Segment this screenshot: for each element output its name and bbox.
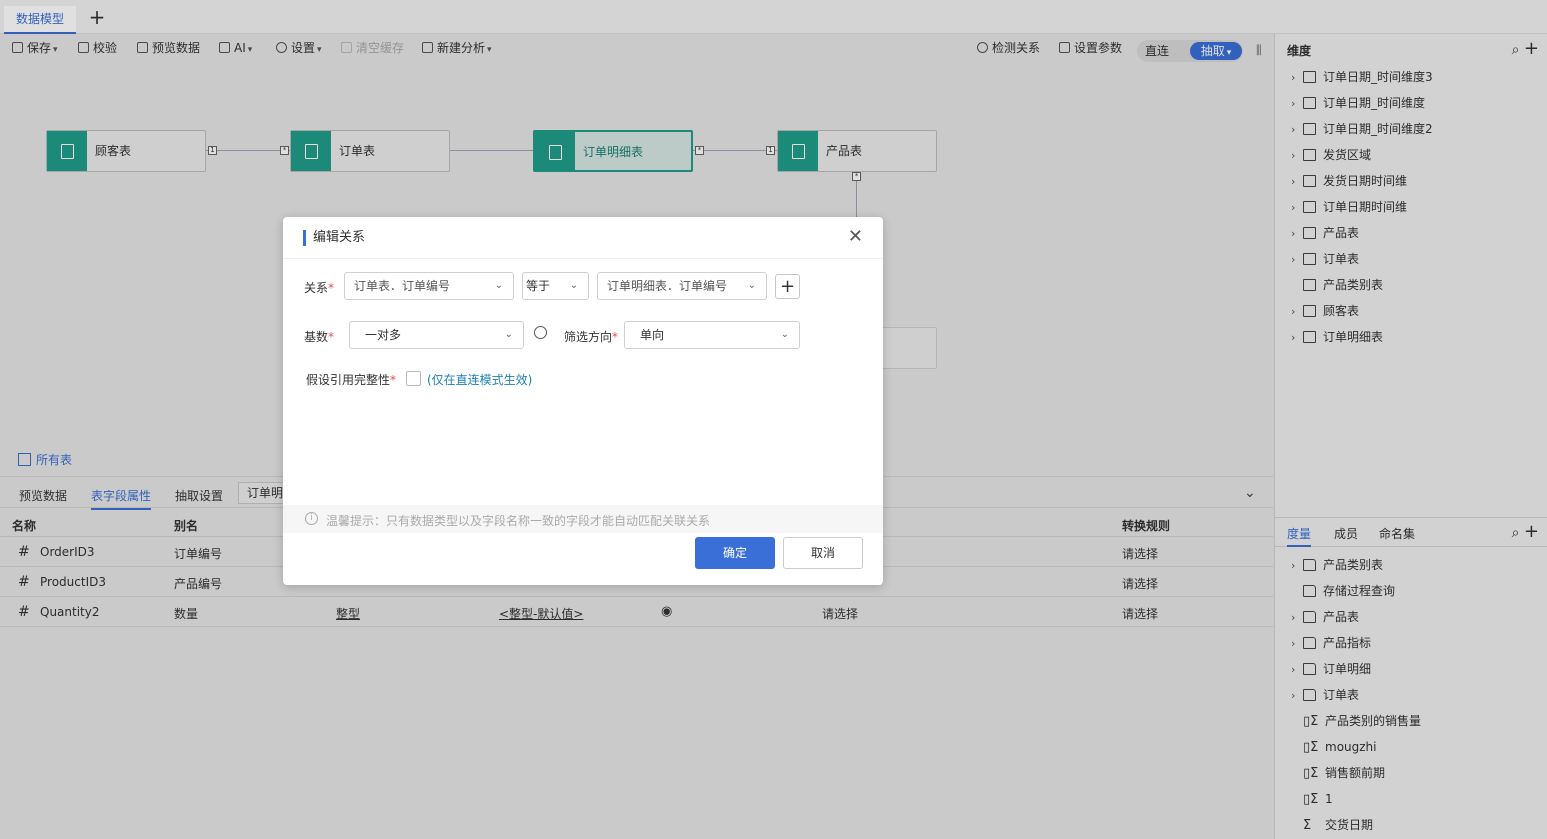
- operator-select[interactable]: 等于 ⌄: [522, 272, 589, 300]
- chevron-down-icon: ⌄: [780, 329, 789, 340]
- divider: [283, 258, 883, 259]
- info-icon: i: [305, 512, 318, 525]
- integrity-checkbox[interactable]: [406, 371, 421, 386]
- zoom-icon[interactable]: [534, 326, 547, 339]
- cardinality-label: 基数*: [304, 330, 335, 344]
- close-icon[interactable]: ✕: [848, 227, 863, 247]
- filter-direction-select[interactable]: 单向 ⌄: [624, 321, 800, 349]
- integrity-label: 假设引用完整性*: [306, 373, 397, 387]
- right-field-select[interactable]: 订单明细表．订单编号 ⌄: [597, 272, 767, 300]
- dialog-title: 编辑关系: [303, 230, 365, 246]
- relation-label: 关系*: [304, 281, 335, 295]
- filter-direction-label: 筛选方向*: [564, 330, 619, 344]
- edit-relation-dialog: 编辑关系 ✕ 关系* 订单表．订单编号 ⌄ 等于 ⌄ 订单明细表．订单编号 ⌄ + 基…: [283, 217, 883, 585]
- chevron-down-icon: ⌄: [747, 280, 756, 291]
- chevron-down-icon: ⌄: [504, 329, 513, 340]
- add-condition-button[interactable]: +: [775, 274, 800, 299]
- integrity-hint: (仅在直连模式生效): [427, 373, 533, 387]
- tip-bar: i 温馨提示：只有数据类型以及字段名称一致的字段才能自动匹配关联关系: [283, 505, 883, 533]
- chevron-down-icon: ⌄: [569, 280, 578, 291]
- cancel-button[interactable]: 取消: [783, 537, 863, 569]
- left-field-select[interactable]: 订单表．订单编号 ⌄: [344, 272, 514, 300]
- tip-text: 温馨提示：只有数据类型以及字段名称一致的字段才能自动匹配关联关系: [326, 514, 711, 528]
- confirm-button[interactable]: 确定: [695, 537, 775, 569]
- chevron-down-icon: ⌄: [494, 280, 503, 291]
- cardinality-select[interactable]: 一对多 ⌄: [349, 321, 524, 349]
